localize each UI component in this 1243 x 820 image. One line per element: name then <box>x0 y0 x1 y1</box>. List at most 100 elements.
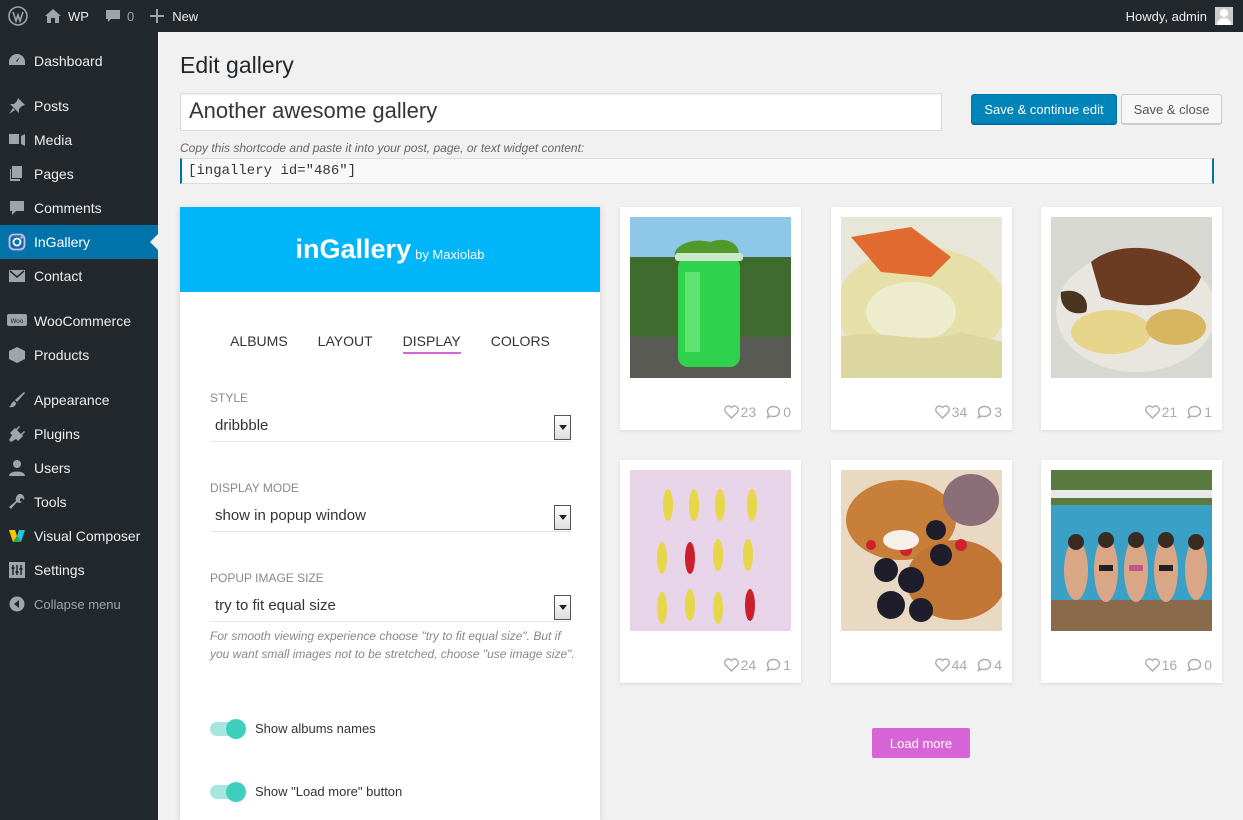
heart-icon <box>1144 658 1160 672</box>
new-label: New <box>172 8 199 24</box>
sidebar-item-tools[interactable]: Tools <box>0 485 158 519</box>
vc-icon <box>7 526 27 546</box>
sidebar-item-label: Tools <box>34 494 67 510</box>
style-select[interactable]: dribbble <box>210 412 571 442</box>
style-value: dribbble <box>215 417 269 434</box>
comments[interactable]: 1 <box>1187 404 1212 420</box>
comments[interactable]: 1 <box>766 657 791 673</box>
collapse-menu-button[interactable]: Collapse menu <box>0 587 158 621</box>
sidebar-item-dashboard[interactable]: Dashboard <box>0 44 158 78</box>
display-mode-label: DISPLAY MODE <box>210 481 299 495</box>
chevron-down-icon[interactable] <box>554 595 571 620</box>
sidebar-item-label: Dashboard <box>34 53 103 69</box>
gallery-card[interactable]: 16 0 <box>1041 460 1222 683</box>
sidebar-item-ingallery[interactable]: InGallery <box>0 225 158 259</box>
likes[interactable]: 21 <box>1144 404 1177 420</box>
comment-bubble-icon <box>1187 405 1202 419</box>
heart-icon <box>934 658 950 672</box>
load-more-toggle[interactable] <box>210 781 246 802</box>
comment-bubble-icon <box>1187 658 1202 672</box>
sidebar-item-label: Media <box>34 132 73 148</box>
likes[interactable]: 34 <box>934 404 967 420</box>
comments[interactable]: 0 <box>1187 657 1212 673</box>
heart-icon <box>1144 405 1160 419</box>
sidebar-item-visual-composer[interactable]: Visual Composer <box>0 519 158 553</box>
photo-peppers[interactable] <box>630 470 791 631</box>
comments[interactable]: 4 <box>977 657 1002 673</box>
site-name-link[interactable]: WP <box>36 0 97 32</box>
gallery-card[interactable]: 21 1 <box>1041 207 1222 430</box>
tab-albums[interactable]: ALBUMS <box>230 333 288 354</box>
sidebar-item-label: Plugins <box>34 426 80 442</box>
toggle-loadmore-row: Show "Load more" button <box>210 781 402 802</box>
tab-colors[interactable]: COLORS <box>491 333 550 354</box>
my-account[interactable]: Howdy, admin <box>1126 7 1243 25</box>
comments-count: 4 <box>994 657 1002 673</box>
instagram-icon <box>7 232 27 252</box>
heart-icon <box>723 405 739 419</box>
photo-ravioli[interactable] <box>841 217 1002 378</box>
plug-icon <box>7 424 27 444</box>
sidebar-item-label: Appearance <box>34 392 110 408</box>
card-stats: 24 1 <box>723 657 791 673</box>
page-title: Edit gallery <box>180 52 294 78</box>
sidebar-item-woocommerce[interactable]: Woo WooCommerce <box>0 304 158 338</box>
photo-green-drink[interactable] <box>630 217 791 378</box>
card-stats: 21 1 <box>1144 404 1212 420</box>
likes[interactable]: 23 <box>723 404 756 420</box>
comment-icon <box>105 10 120 22</box>
sidebar-item-pages[interactable]: Pages <box>0 157 158 191</box>
sidebar-item-media[interactable]: Media <box>0 123 158 157</box>
photo-pool-girls[interactable] <box>1051 470 1212 631</box>
user-icon <box>7 458 27 478</box>
sidebar-item-plugins[interactable]: Plugins <box>0 417 158 451</box>
albums-names-toggle[interactable] <box>210 718 246 739</box>
pages-icon <box>7 164 27 184</box>
gallery-card[interactable]: 44 4 <box>831 460 1012 683</box>
gallery-card[interactable]: 34 3 <box>831 207 1012 430</box>
comments-link[interactable]: 0 <box>97 0 142 32</box>
likes[interactable]: 44 <box>934 657 967 673</box>
save-continue-button[interactable]: Save & continue edit <box>971 94 1117 124</box>
wordpress-logo-icon[interactable] <box>0 0 36 32</box>
comments[interactable]: 0 <box>766 404 791 420</box>
save-close-button[interactable]: Save & close <box>1121 94 1222 124</box>
pin-icon <box>7 96 27 116</box>
sidebar-item-appearance[interactable]: Appearance <box>0 383 158 417</box>
photo-steak[interactable] <box>1051 217 1212 378</box>
sidebar-item-products[interactable]: Products <box>0 338 158 372</box>
card-stats: 23 0 <box>723 404 791 420</box>
admin-sidebar: Dashboard Posts Media Pages Comments InG… <box>0 32 158 820</box>
tab-layout[interactable]: LAYOUT <box>318 333 373 354</box>
settings-icon <box>7 560 27 580</box>
tab-display[interactable]: DISPLAY <box>402 333 461 354</box>
albums-names-label: Show albums names <box>255 721 376 736</box>
likes[interactable]: 24 <box>723 657 756 673</box>
load-more-button[interactable]: Load more <box>872 728 970 758</box>
chevron-down-icon[interactable] <box>554 505 571 530</box>
sidebar-item-settings[interactable]: Settings <box>0 553 158 587</box>
shortcode-field[interactable]: [ingallery id="486"] <box>180 158 1214 184</box>
settings-panel: inGallery by Maxiolab ALBUMS LAYOUT DISP… <box>180 207 600 820</box>
gallery-card[interactable]: 23 0 <box>620 207 801 430</box>
gallery-card[interactable]: 24 1 <box>620 460 801 683</box>
sidebar-item-label: Pages <box>34 166 74 182</box>
sidebar-item-comments[interactable]: Comments <box>0 191 158 225</box>
display-mode-value: show in popup window <box>215 507 366 524</box>
avatar <box>1215 7 1233 25</box>
comments[interactable]: 3 <box>977 404 1002 420</box>
popup-size-select[interactable]: try to fit equal size <box>210 592 571 622</box>
chevron-down-icon[interactable] <box>554 415 571 440</box>
gallery-title-input[interactable]: Another awesome gallery <box>180 93 942 131</box>
sidebar-item-contact[interactable]: Contact <box>0 259 158 293</box>
new-content-link[interactable]: New <box>142 0 206 32</box>
sidebar-item-label: Collapse menu <box>34 596 121 612</box>
sidebar-item-posts[interactable]: Posts <box>0 89 158 123</box>
dashboard-icon <box>7 51 27 71</box>
photo-pancakes[interactable] <box>841 470 1002 631</box>
display-mode-select[interactable]: show in popup window <box>210 502 571 532</box>
heart-icon <box>934 405 950 419</box>
comment-bubble-icon <box>977 405 992 419</box>
likes[interactable]: 16 <box>1144 657 1177 673</box>
sidebar-item-users[interactable]: Users <box>0 451 158 485</box>
